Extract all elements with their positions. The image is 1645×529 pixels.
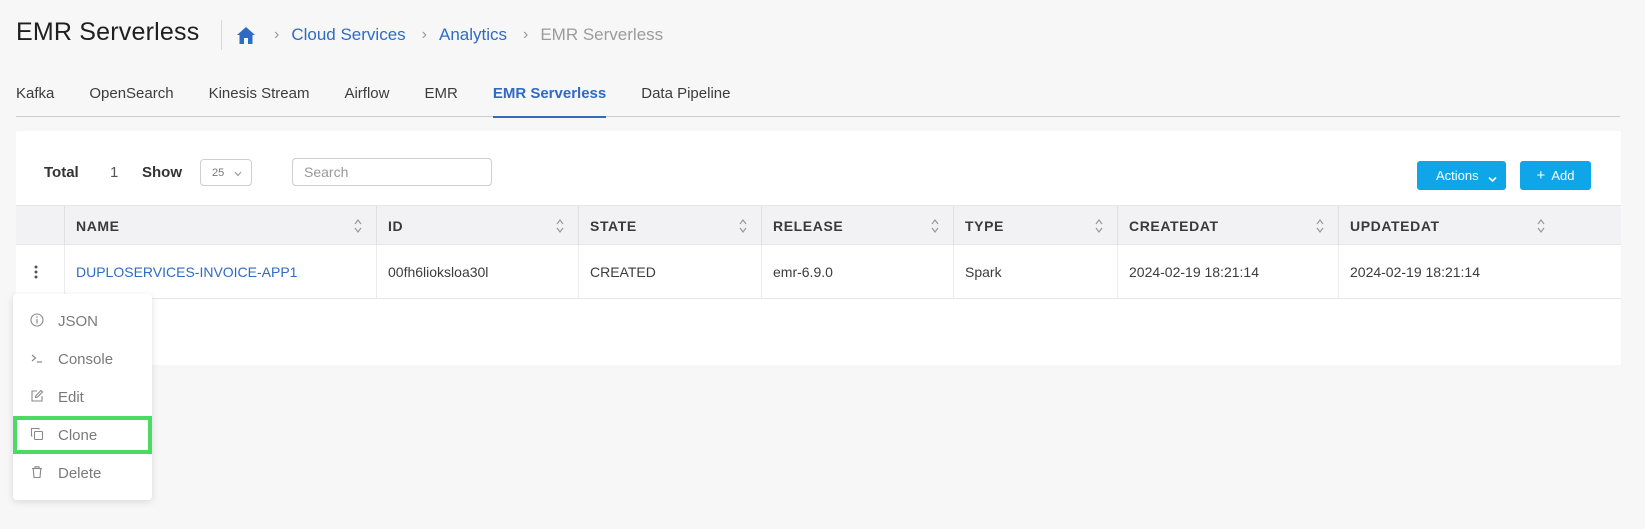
sort-icon <box>556 218 564 234</box>
column-header-name[interactable]: NAME <box>64 206 376 245</box>
edit-icon <box>30 389 46 405</box>
chevron-down-icon <box>1488 171 1497 186</box>
cell-createdat: 2024-02-19 18:21:14 <box>1117 245 1338 298</box>
menu-item-json[interactable]: JSON <box>13 302 152 340</box>
chevron-right-icon: › <box>274 26 280 43</box>
breadcrumb-cloud-services[interactable]: Cloud Services <box>291 25 405 45</box>
menu-item-edit[interactable]: Edit <box>13 378 152 416</box>
sort-icon <box>1537 218 1545 234</box>
column-header-createdat[interactable]: CREATEDAT <box>1117 206 1338 245</box>
table-toolbar: Total 1 Show 25 Actions + Add <box>16 131 1621 206</box>
copy-icon <box>30 427 46 443</box>
actions-button[interactable]: Actions <box>1417 161 1506 190</box>
applications-table: NAME ID STATE RELEASE TYPE CREATEDAT UPD… <box>16 205 1621 299</box>
cell-state: CREATED <box>578 245 761 298</box>
page-title: EMR Serverless <box>16 18 200 46</box>
cell-type: Spark <box>953 245 1117 298</box>
page-header: EMR Serverless › Cloud Services › Analyt… <box>0 0 1645 70</box>
total-count: 1 <box>110 164 119 181</box>
breadcrumb-current: EMR Serverless <box>540 25 664 44</box>
sort-icon <box>931 218 939 234</box>
sort-icon <box>739 218 747 234</box>
table-row: DUPLOSERVICES-INVOICE-APP1 00fh6liokslоa… <box>16 245 1621 299</box>
cell-updatedat: 2024-02-19 18:21:14 <box>1338 245 1559 298</box>
tab-kafka[interactable]: Kafka <box>16 80 54 117</box>
sort-icon <box>1095 218 1103 234</box>
table-header: NAME ID STATE RELEASE TYPE CREATEDAT UPD… <box>16 205 1621 245</box>
tab-airflow[interactable]: Airflow <box>344 80 389 117</box>
chevron-right-icon: › <box>421 26 427 43</box>
header-divider <box>221 20 222 50</box>
menu-item-delete[interactable]: Delete <box>13 454 152 492</box>
service-tabs: Kafka OpenSearch Kinesis Stream Airflow … <box>16 80 1620 118</box>
add-label: Add <box>1551 168 1575 183</box>
actions-label: Actions <box>1436 168 1479 183</box>
tab-kinesis-stream[interactable]: Kinesis Stream <box>209 80 310 117</box>
terminal-icon <box>30 351 46 367</box>
total-label: Total <box>44 164 79 181</box>
trash-icon <box>30 465 46 481</box>
breadcrumb-analytics[interactable]: Analytics <box>439 25 507 45</box>
tab-emr[interactable]: EMR <box>424 80 457 117</box>
page-size-value: 25 <box>212 166 225 179</box>
column-header-release[interactable]: RELEASE <box>761 206 953 245</box>
search-input[interactable] <box>292 158 492 186</box>
breadcrumb: › Cloud Services › Analytics › EMR Serve… <box>236 22 663 48</box>
column-header-type[interactable]: TYPE <box>953 206 1117 245</box>
plus-icon: + <box>1536 167 1546 184</box>
menu-item-clone[interactable]: Clone <box>13 416 152 454</box>
tab-emr-serverless[interactable]: EMR Serverless <box>492 80 607 118</box>
show-label: Show <box>142 164 182 181</box>
column-header-id[interactable]: ID <box>376 206 578 245</box>
page-size-select[interactable]: 25 <box>200 159 252 186</box>
sort-icon <box>1316 218 1324 234</box>
home-icon[interactable] <box>236 24 258 46</box>
tab-opensearch[interactable]: OpenSearch <box>89 80 173 117</box>
sort-icon <box>354 218 362 234</box>
cell-name[interactable]: DUPLOSERVICES-INVOICE-APP1 <box>64 245 376 298</box>
add-button[interactable]: + Add <box>1520 161 1591 190</box>
row-menu-icon[interactable] <box>26 259 46 285</box>
column-header-state[interactable]: STATE <box>578 206 761 245</box>
chevron-down-icon <box>234 168 242 180</box>
info-icon <box>30 313 46 329</box>
column-header-updatedat[interactable]: UPDATEDAT <box>1338 206 1559 245</box>
tab-data-pipeline[interactable]: Data Pipeline <box>641 80 730 117</box>
row-context-menu: JSON Console Edit Clone Delete <box>13 294 152 500</box>
cell-id: 00fh6liokslоa30l <box>376 245 578 298</box>
menu-item-console[interactable]: Console <box>13 340 152 378</box>
applications-card: Total 1 Show 25 Actions + Add NAME <box>16 131 1621 365</box>
chevron-right-icon: › <box>523 26 529 43</box>
cell-release: emr-6.9.0 <box>761 245 953 298</box>
